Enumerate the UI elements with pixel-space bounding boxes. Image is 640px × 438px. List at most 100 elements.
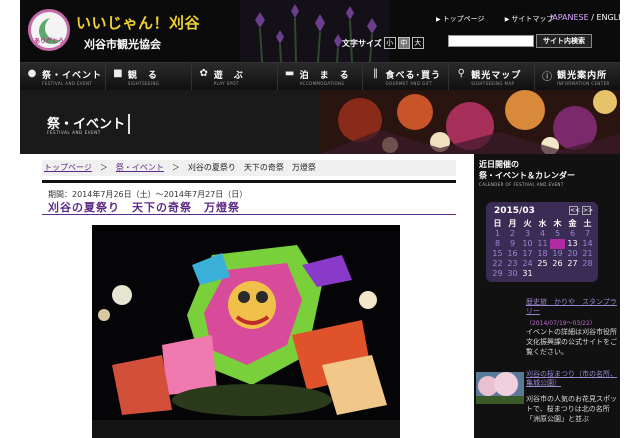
calendar-day[interactable]: 15 <box>490 249 505 259</box>
sidebar-event-desc: イベントの詳細は刈谷市役所文化振興課の公式サイトをご覧ください。 <box>526 328 617 356</box>
food-icon: ‖ <box>372 68 378 79</box>
calendar-week-row: 8 9 10 11 12 13 14 <box>490 239 595 249</box>
calendar-day[interactable]: 2 <box>505 229 520 239</box>
calendar-day[interactable]: 29 <box>490 269 505 279</box>
font-size-small-button[interactable]: 小 <box>383 37 396 49</box>
sidebar-title: 近日開催の 祭・イベント＆カレンダー <box>479 160 575 180</box>
calendar-day[interactable]: 19 <box>550 249 565 259</box>
bed-icon: ▬ <box>284 68 295 79</box>
breadcrumb-separator: ＞ <box>99 163 108 172</box>
nav-item-sightseeing[interactable]: ■ 観 る SIGHTSEEING <box>106 63 192 90</box>
calendar-day: 13 <box>567 239 578 248</box>
calendar-day[interactable]: 11 <box>535 239 550 249</box>
calendar-day[interactable]: 1 <box>490 229 505 239</box>
category-banner: 祭・イベント FESTIVAL AND EVENT <box>20 90 620 154</box>
logo[interactable]: ありがとう <box>28 9 70 51</box>
info-icon: ⓘ <box>542 72 553 83</box>
camera-icon: ■ <box>113 68 123 79</box>
calendar-day[interactable]: 10 <box>520 239 535 249</box>
calendar-next-button[interactable]: >> <box>582 206 593 215</box>
calendar-weekday: 火 <box>523 219 532 228</box>
festival-icon: ● <box>27 68 37 79</box>
calendar-day[interactable]: 28 <box>580 259 595 269</box>
calendar-day[interactable]: 14 <box>580 239 595 249</box>
event-calendar: 2015/03 << >> 日月火水木金土 1 2 3 4 5 6 7 8 9 10 11 12 13 14… <box>486 202 598 282</box>
calendar-day[interactable]: 24 <box>520 259 535 269</box>
calendar-day[interactable]: 30 <box>505 269 520 279</box>
map-search-icon: ⚲ <box>457 68 465 79</box>
nav-item-festival[interactable]: ● 祭・イベント FESTIVAL AND EVENT <box>20 63 106 90</box>
sidebar-event-title[interactable]: 刈谷の桜まつり（市の名所、亀城公園） <box>526 370 618 388</box>
calendar-day[interactable]: 17 <box>520 249 535 259</box>
sidebar-event-title[interactable]: 歴史旅 かりや スタンプラリー <box>526 298 618 316</box>
calendar-day[interactable]: 8 <box>490 239 505 249</box>
sidebar-event[interactable]: 歴史旅 かりや スタンプラリー （2014/07/19～03/22） イベントの… <box>474 298 620 366</box>
nav-item-stay[interactable]: ▬ 泊 ま る ACCOMMODATIONS <box>278 63 364 90</box>
calendar-week-row: 29 30 31 <box>490 269 595 279</box>
calendar-day: 31 <box>522 269 533 278</box>
calendar-day[interactable]: 6 <box>565 229 580 239</box>
banner-divider <box>128 114 130 134</box>
calendar-day[interactable]: 7 <box>580 229 595 239</box>
calendar-week-row: 22 23 24 25 26 27 28 <box>490 259 595 269</box>
sidebar-event-thumbnail[interactable] <box>476 372 524 404</box>
calendar-empty-cell <box>550 269 565 279</box>
font-size-label: 文字サイズ <box>342 38 382 48</box>
calendar-day[interactable]: 21 <box>580 249 595 259</box>
article-top-rule <box>42 180 456 183</box>
calendar-grid: 日月火水木金土 1 2 3 4 5 6 7 8 9 10 11 12 13 14 15 16 17 18 19 20 21… <box>490 219 595 279</box>
lang-english-link[interactable]: ENGLISH <box>596 13 620 22</box>
nav-item-play[interactable]: ✿ 遊 ぶ PLAY SPOT <box>192 63 278 90</box>
calendar-week-row: 1234567 <box>490 229 595 239</box>
calendar-day[interactable]: 16 <box>505 249 520 259</box>
nav-item-info[interactable]: ⓘ 観光案内所 INFORMATION CENTER <box>535 63 620 90</box>
breadcrumb-home-link[interactable]: トップページ <box>44 163 92 172</box>
calendar-day[interactable]: 9 <box>505 239 520 249</box>
nav-item-map[interactable]: ⚲ 観光マップ SIGHTSEEING MAP <box>449 63 536 90</box>
calendar-day: 26 <box>552 259 563 268</box>
language-switcher: JAPANESE / ENGLISH <box>550 13 620 22</box>
breadcrumb-separator: ＞ <box>171 163 180 172</box>
calendar-weekday: 土 <box>583 219 592 228</box>
sidebar-subtitle: CALENDER OF FESTIVAL AND EVENT <box>479 182 564 187</box>
util-link-top[interactable]: ▶ トップページ <box>436 15 494 23</box>
sidebar-event-date: （2014/07/19～03/22） <box>526 320 596 327</box>
calendar-empty-cell <box>565 269 580 279</box>
calendar-empty-cell <box>580 269 595 279</box>
calendar-weekday: 月 <box>508 219 517 228</box>
nav-item-gourmet[interactable]: ‖ 食べる･買う GOURMET AND GIFT <box>363 63 450 90</box>
calendar-day: 25 <box>537 259 548 268</box>
sidebar-event[interactable]: 刈谷の桜まつり（市の名所、亀城公園） 刈谷市の人気のお花見スポットで、桜まつりは… <box>474 368 620 438</box>
lang-japanese-link[interactable]: JAPANESE <box>550 13 589 22</box>
site-catchphrase: いいじゃん！刈谷 <box>76 14 201 32</box>
calendar-week-row: 15 16 17 18 19 20 21 <box>490 249 595 259</box>
font-size-switcher: 文字サイズ 小 中 大 <box>342 37 424 49</box>
calendar-prev-button[interactable]: << <box>569 206 580 215</box>
calendar-day[interactable]: 5 <box>550 229 565 239</box>
site-name[interactable]: 刈谷市観光協会 <box>84 36 161 52</box>
search-input[interactable] <box>448 35 534 47</box>
calendar-day[interactable]: 20 <box>565 249 580 259</box>
calendar-day[interactable]: 3 <box>520 229 535 239</box>
triangle-right-icon: ▶ <box>504 16 510 23</box>
page-title: 刈谷の夏祭り 天下の奇祭 万燈祭 <box>48 201 240 214</box>
font-size-medium-button[interactable]: 中 <box>397 37 410 49</box>
sidebar-event-desc: 刈谷市の人気のお花見スポットで、桜まつりは北の名所「洲原公園」と並ぶ <box>526 395 617 423</box>
calendar-day[interactable]: 18 <box>535 249 550 259</box>
breadcrumb: トップページ ＞ 祭・イベント ＞ 刈谷の夏祭り 天下の奇祭 万燈祭 <box>42 160 456 176</box>
breadcrumb-category-link[interactable]: 祭・イベント <box>116 163 164 172</box>
font-size-large-button[interactable]: 大 <box>411 37 424 49</box>
search-button[interactable]: サイト内検索 <box>536 34 592 48</box>
breadcrumb-current: 刈谷の夏祭り 天下の奇祭 万燈祭 <box>187 163 316 172</box>
calendar-day[interactable]: 4 <box>535 229 550 239</box>
calendar-weekday-row: 日月火水木金土 <box>490 219 595 229</box>
calendar-day[interactable]: 23 <box>505 259 520 269</box>
calendar-day[interactable]: 22 <box>490 259 505 269</box>
title-underline <box>42 214 456 215</box>
site-header: ありがとう いいじゃん！刈谷 刈谷市観光協会 ▶ トップページ ▶ サイトマップ J… <box>20 0 620 62</box>
calendar-weekday: 日 <box>493 219 502 228</box>
play-icon: ✿ <box>199 68 208 79</box>
calendar-weekday: 金 <box>568 219 577 228</box>
calendar-weekday: 水 <box>538 219 547 228</box>
event-photo <box>92 225 400 438</box>
